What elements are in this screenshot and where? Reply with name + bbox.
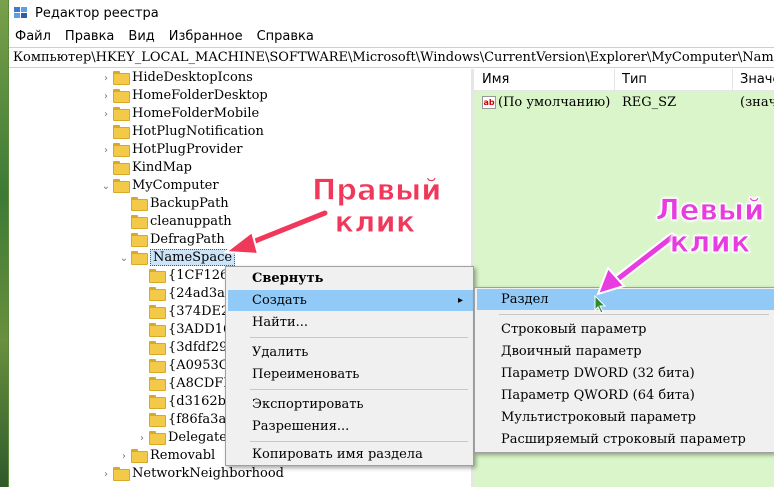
menu-view[interactable]: Вид bbox=[122, 29, 162, 44]
menu-separator bbox=[250, 389, 468, 390]
submenu-expandable-string-value[interactable]: Расширяемый строковый параметр bbox=[477, 429, 774, 450]
mouse-cursor-icon bbox=[594, 295, 606, 314]
tree-item[interactable]: {f86fa3a bbox=[135, 411, 226, 429]
menu-favorites[interactable]: Избранное bbox=[163, 29, 251, 44]
tree-item[interactable]: {24ad3a bbox=[135, 285, 225, 303]
folder-icon bbox=[131, 197, 148, 211]
menu-separator bbox=[250, 441, 468, 442]
registry-editor-icon bbox=[14, 7, 27, 18]
column-header-data[interactable]: Значе bbox=[740, 72, 774, 87]
tree-item[interactable]: {1CF126 bbox=[135, 267, 228, 285]
folder-icon bbox=[149, 377, 166, 391]
right-click-annotation: Правый клик bbox=[312, 173, 443, 239]
desktop-background bbox=[0, 0, 8, 487]
menu-copy-key-name[interactable]: Копировать имя раздела bbox=[228, 444, 473, 465]
context-menu: Свернуть Создать ▸ Найти... Удалить Пере… bbox=[225, 266, 474, 466]
folder-icon bbox=[113, 71, 130, 85]
menu-edit[interactable]: Правка bbox=[59, 29, 122, 44]
address-bar[interactable]: Компьютер\HKEY_LOCAL_MACHINE\SOFTWARE\Mi… bbox=[9, 47, 774, 68]
folder-icon bbox=[149, 323, 166, 337]
string-value-icon: ab bbox=[482, 96, 496, 109]
tree-item[interactable]: › Removabl bbox=[117, 447, 215, 465]
chevron-down-icon[interactable]: ⌄ bbox=[99, 178, 113, 196]
chevron-right-icon: ▸ bbox=[457, 295, 463, 306]
tree-item[interactable]: › HomeFolderMobile bbox=[99, 105, 259, 123]
tree-item[interactable]: › NetworkNeighborhood bbox=[99, 465, 284, 483]
tree-item[interactable]: BackupPath bbox=[117, 195, 229, 213]
create-submenu: Раздел Строковый параметр Двоичный парам… bbox=[474, 287, 774, 453]
chevron-down-icon[interactable]: ⌄ bbox=[117, 250, 131, 268]
tree-item[interactable]: › HotPlugProvider bbox=[99, 141, 243, 159]
menu-rename[interactable]: Переименовать bbox=[228, 364, 473, 385]
menu-separator bbox=[499, 314, 769, 315]
tree-item[interactable]: KindMap bbox=[99, 159, 192, 177]
folder-icon bbox=[113, 161, 130, 175]
tree-item[interactable]: {3ADD16 bbox=[135, 321, 231, 339]
tree-item[interactable]: {3dfdf29 bbox=[135, 339, 227, 357]
folder-icon bbox=[149, 395, 166, 409]
chevron-right-icon[interactable]: › bbox=[99, 142, 113, 160]
menu-bar: Файл Правка Вид Избранное Справка bbox=[9, 26, 774, 46]
submenu-dword-value[interactable]: Параметр DWORD (32 бита) bbox=[477, 363, 774, 384]
folder-icon bbox=[131, 215, 148, 229]
title-bar: Редактор реестра bbox=[9, 0, 774, 26]
folder-icon bbox=[149, 341, 166, 355]
menu-help[interactable]: Справка bbox=[251, 29, 322, 44]
tree-item[interactable]: {374DE2 bbox=[135, 303, 229, 321]
chevron-right-icon[interactable]: › bbox=[99, 70, 113, 88]
chevron-right-icon[interactable]: › bbox=[99, 106, 113, 124]
folder-icon bbox=[149, 305, 166, 319]
chevron-right-icon[interactable]: › bbox=[99, 466, 113, 484]
left-click-annotation: Левый клик bbox=[655, 193, 765, 259]
tree-item[interactable]: › Delegate bbox=[135, 429, 227, 447]
submenu-multistring-value[interactable]: Мультистроковый параметр bbox=[477, 407, 774, 428]
tree-item[interactable]: › HideDesktopIcons bbox=[99, 69, 253, 87]
folder-icon bbox=[149, 431, 166, 445]
tree-item[interactable]: ⌄ MyComputer bbox=[99, 177, 219, 195]
menu-export[interactable]: Экспортировать bbox=[228, 394, 473, 415]
folder-icon bbox=[113, 107, 130, 121]
window-title: Редактор реестра bbox=[35, 5, 159, 21]
chevron-right-icon[interactable]: › bbox=[135, 430, 149, 448]
submenu-key[interactable]: Раздел bbox=[477, 289, 774, 310]
tree-item[interactable]: cleanuppath bbox=[117, 213, 232, 231]
menu-separator bbox=[250, 337, 468, 338]
submenu-string-value[interactable]: Строковый параметр bbox=[477, 319, 774, 340]
folder-icon bbox=[149, 287, 166, 301]
tree-item[interactable]: › HomeFolderDesktop bbox=[99, 87, 268, 105]
column-header-name[interactable]: Имя bbox=[482, 72, 509, 87]
tree-item[interactable]: DefragPath bbox=[117, 231, 225, 249]
folder-icon bbox=[113, 125, 130, 139]
value-row[interactable]: ab (По умолчанию) REG_SZ (знач bbox=[474, 95, 774, 113]
tree-item[interactable]: {A8CDFI bbox=[135, 375, 228, 393]
tree-item[interactable]: HotPlugNotification bbox=[99, 123, 264, 141]
menu-permissions[interactable]: Разрешения... bbox=[228, 416, 473, 437]
column-divider[interactable] bbox=[732, 69, 733, 91]
folder-open-icon bbox=[113, 179, 130, 193]
menu-collapse[interactable]: Свернуть bbox=[228, 268, 473, 289]
chevron-right-icon[interactable]: › bbox=[117, 448, 131, 466]
column-divider[interactable] bbox=[614, 69, 615, 91]
folder-icon bbox=[149, 269, 166, 283]
folder-icon bbox=[113, 143, 130, 157]
tree-item[interactable]: {A0953C bbox=[135, 357, 229, 375]
menu-create[interactable]: Создать ▸ bbox=[228, 290, 473, 311]
values-header: Имя Тип Значе bbox=[474, 69, 774, 91]
folder-icon bbox=[131, 449, 148, 463]
folder-icon bbox=[113, 89, 130, 103]
folder-icon bbox=[149, 413, 166, 427]
submenu-qword-value[interactable]: Параметр QWORD (64 бита) bbox=[477, 385, 774, 406]
menu-delete[interactable]: Удалить bbox=[228, 342, 473, 363]
tree-item[interactable]: {d3162b bbox=[135, 393, 226, 411]
chevron-right-icon[interactable]: › bbox=[99, 88, 113, 106]
folder-icon bbox=[113, 467, 130, 481]
submenu-binary-value[interactable]: Двоичный параметр bbox=[477, 341, 774, 362]
tree-item-selected[interactable]: ⌄ NameSpace bbox=[117, 249, 236, 268]
menu-file[interactable]: Файл bbox=[9, 29, 59, 44]
folder-icon bbox=[131, 233, 148, 247]
menu-find[interactable]: Найти... bbox=[228, 312, 473, 333]
folder-icon bbox=[149, 359, 166, 373]
folder-open-icon bbox=[131, 251, 148, 265]
column-header-type[interactable]: Тип bbox=[622, 72, 647, 87]
